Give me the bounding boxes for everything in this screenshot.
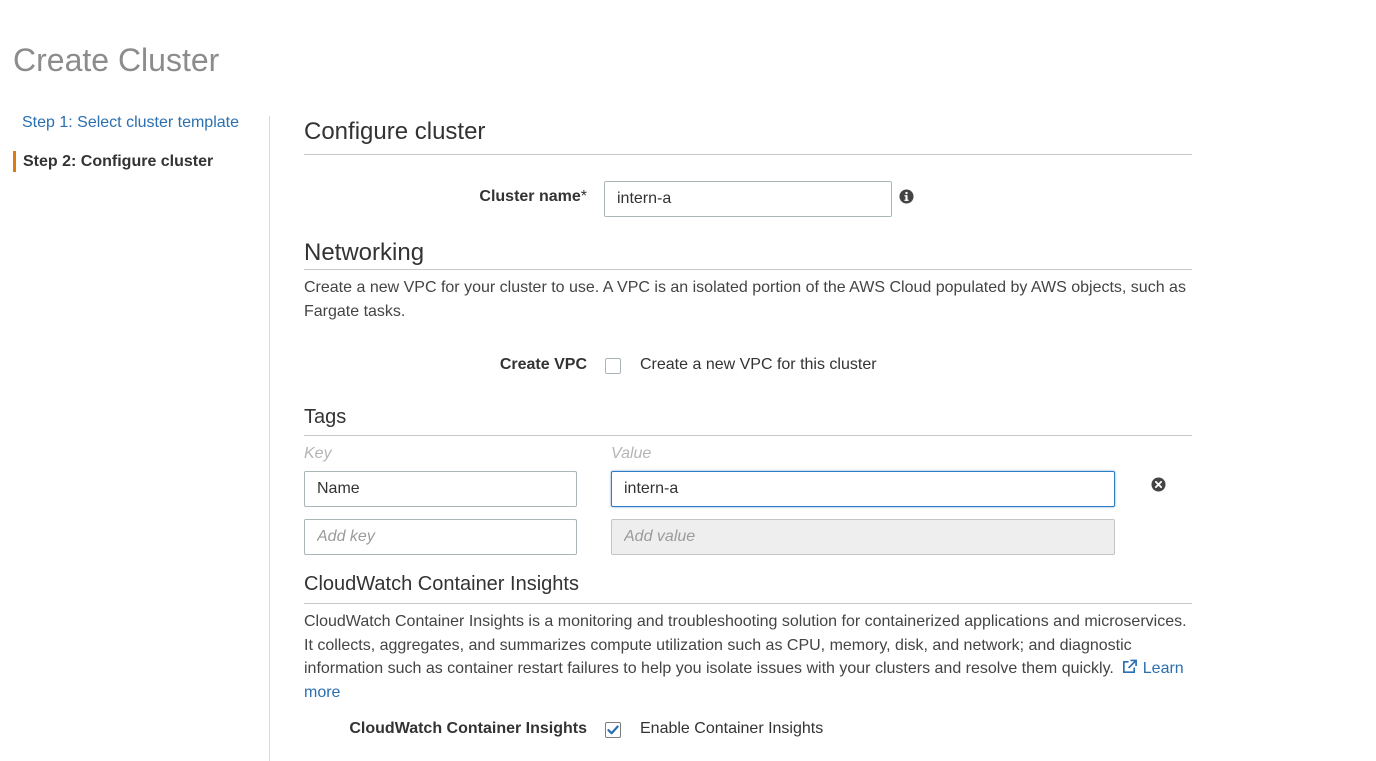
enable-insights-label[interactable]: Enable Container Insights (640, 720, 823, 738)
tag-key-header: Key (304, 445, 332, 462)
external-link-icon (1123, 659, 1138, 674)
page-title: Create Cluster (13, 42, 220, 78)
insights-field-label: CloudWatch Container Insights (349, 720, 587, 737)
tag-key-input[interactable] (304, 471, 577, 507)
create-vpc-checkbox-label[interactable]: Create a new VPC for this cluster (640, 356, 877, 374)
networking-divider (304, 269, 1192, 270)
networking-description: Create a new VPC for your cluster to use… (304, 279, 1186, 320)
tags-divider (304, 435, 1192, 436)
tag-value-header: Value (611, 445, 652, 462)
insights-description-text: CloudWatch Container Insights is a monit… (304, 613, 1187, 677)
insights-divider (304, 603, 1192, 604)
add-tag-value-input (611, 519, 1115, 555)
insights-heading: CloudWatch Container Insights (304, 573, 579, 595)
step-2-current: Step 2: Configure cluster (23, 153, 214, 170)
create-vpc-checkbox[interactable] (605, 358, 621, 374)
remove-tag-icon[interactable] (1151, 477, 1166, 492)
active-step-indicator (13, 151, 16, 172)
required-mark: * (580, 188, 587, 205)
step-1-link[interactable]: Step 1: Select cluster template (22, 114, 239, 132)
configure-cluster-heading: Configure cluster (304, 118, 486, 145)
cluster-name-label: Cluster name* (380, 188, 587, 206)
create-vpc-label: Create VPC (499, 356, 587, 373)
tag-value-input[interactable] (611, 471, 1115, 507)
checkmark-icon (607, 725, 619, 735)
networking-heading: Networking (304, 239, 425, 266)
insights-description: CloudWatch Container Insights is a monit… (304, 610, 1194, 704)
sidebar-divider (269, 116, 270, 761)
info-icon[interactable] (899, 189, 914, 204)
enable-insights-checkbox[interactable] (605, 722, 621, 738)
cluster-name-label-text: Cluster name (479, 188, 581, 205)
tags-heading: Tags (304, 406, 347, 428)
configure-divider (304, 154, 1192, 155)
cluster-name-input[interactable] (604, 181, 892, 217)
add-tag-key-input[interactable] (304, 519, 577, 555)
